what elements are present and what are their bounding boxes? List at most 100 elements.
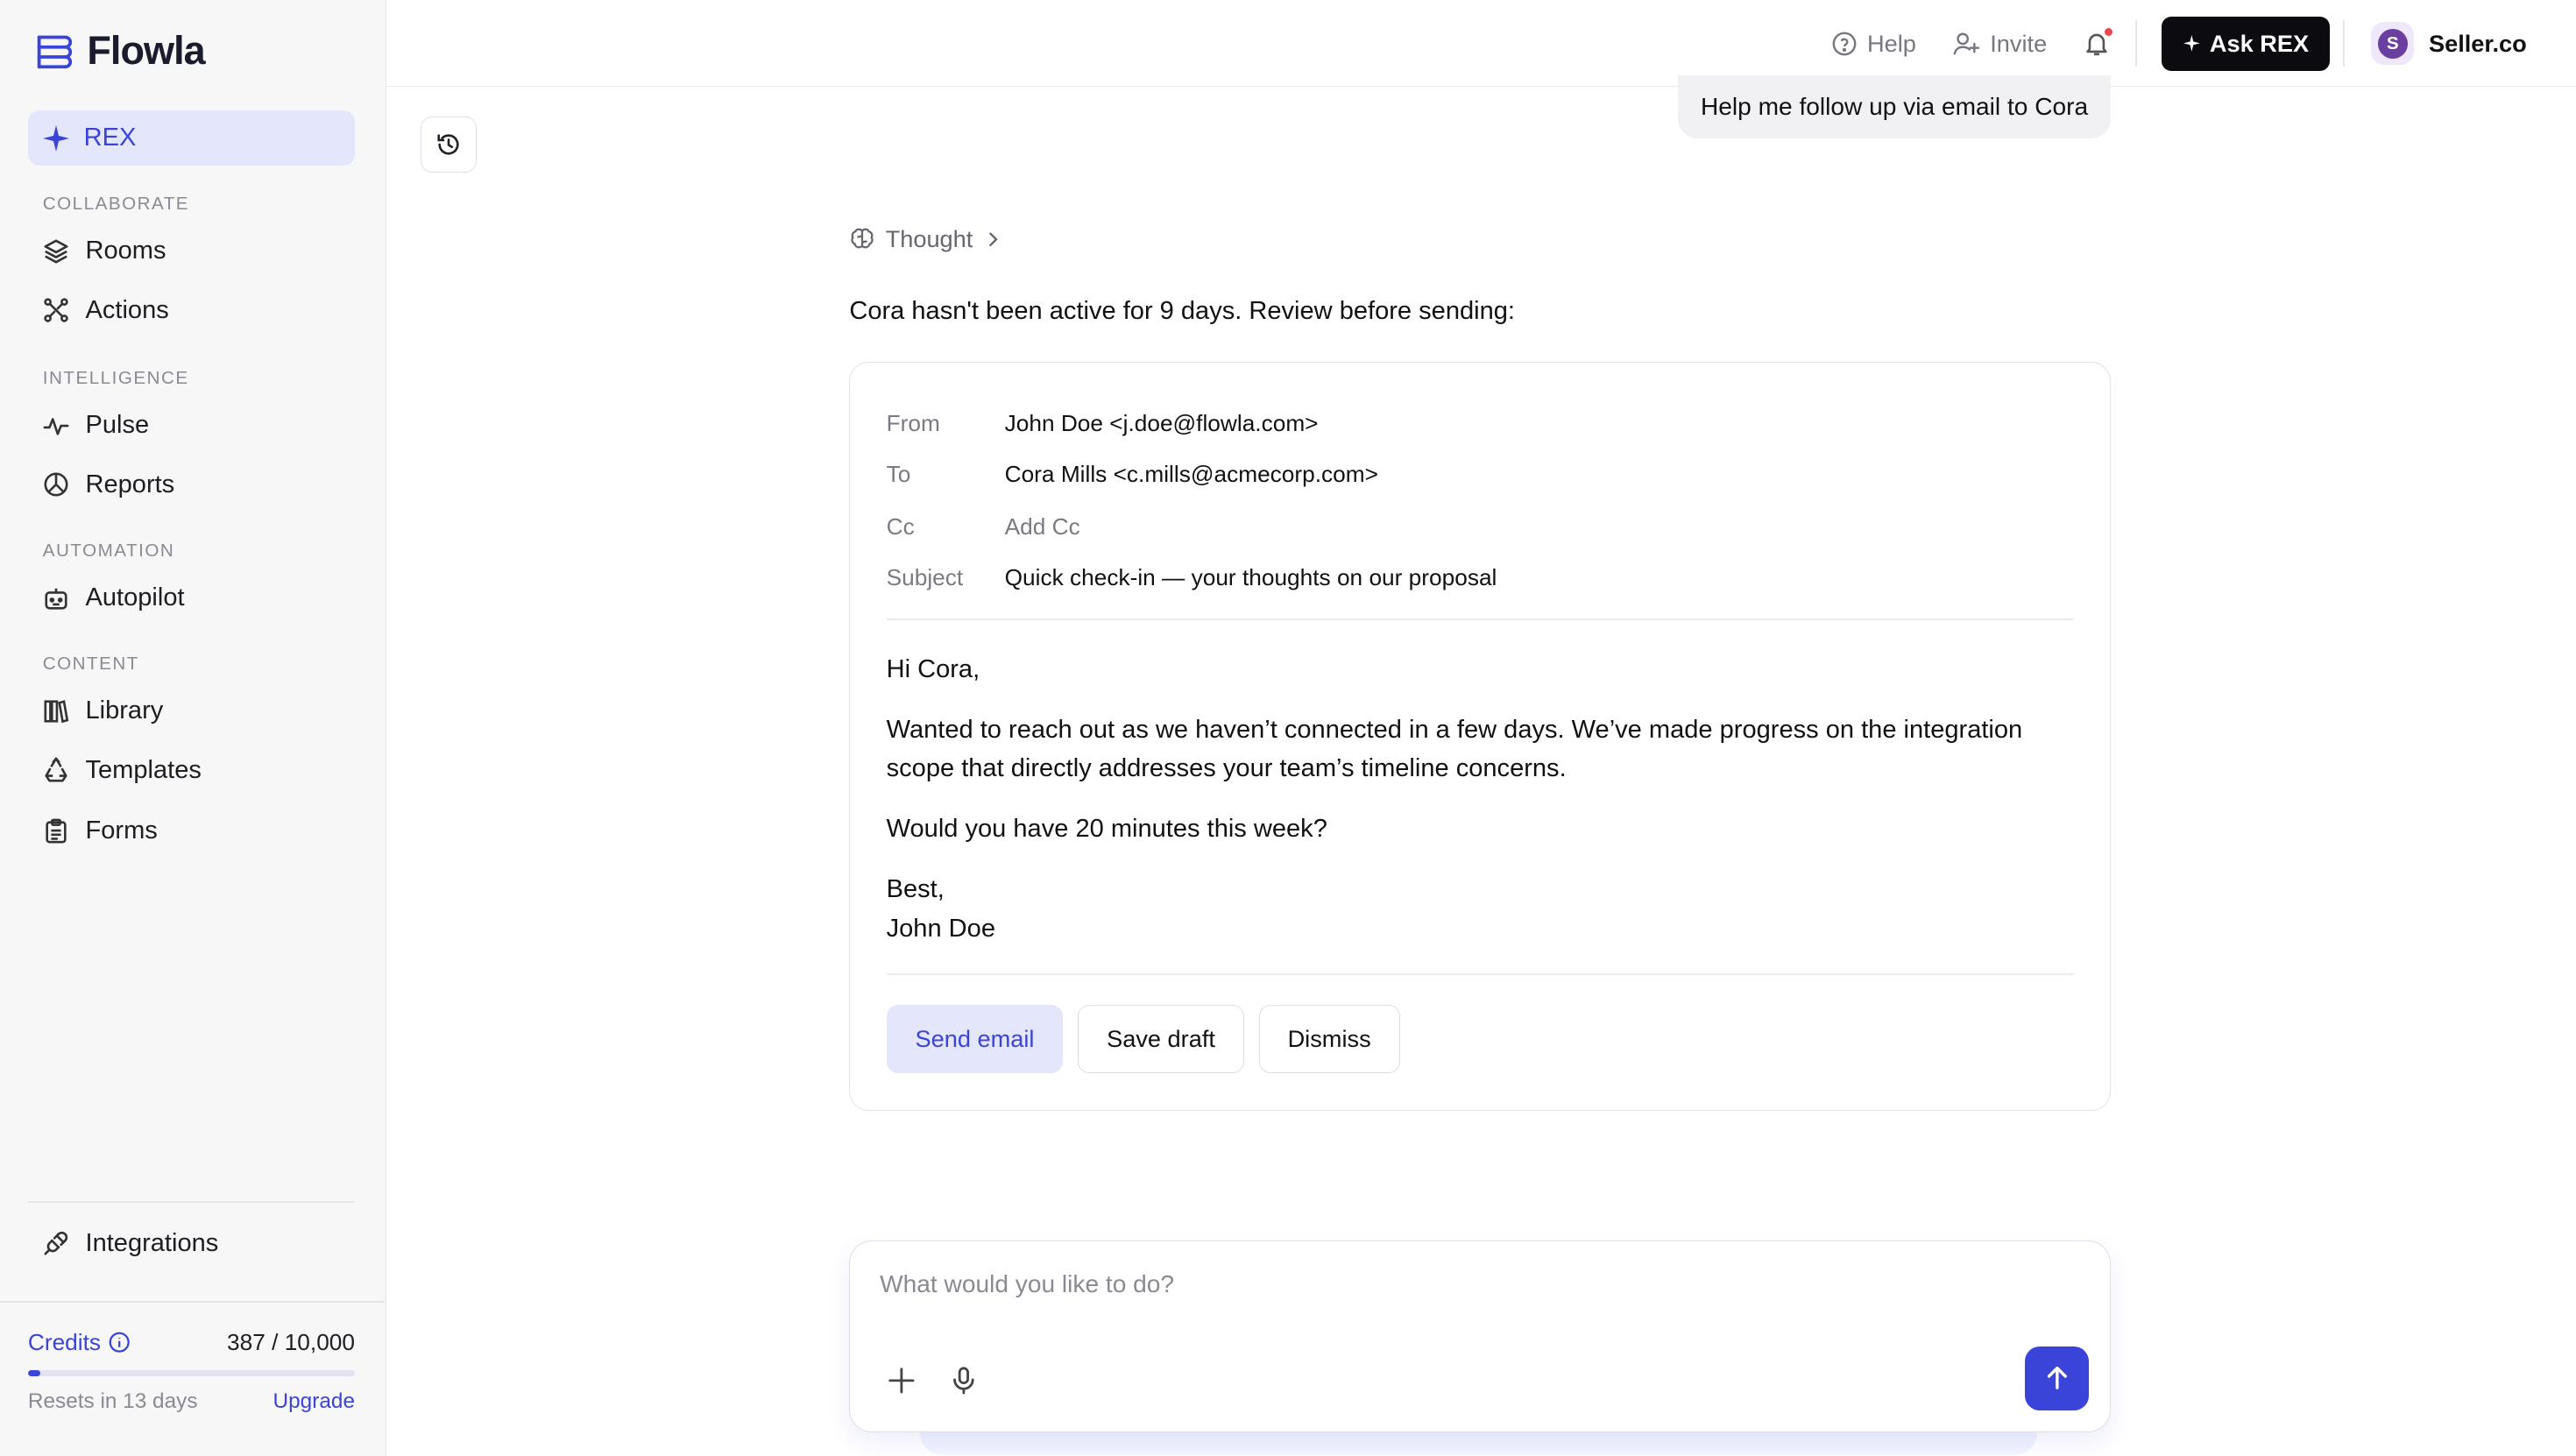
email-greeting[interactable]: Hi Cora, [887, 650, 2070, 689]
org-name: Seller.co [2428, 29, 2527, 57]
sidebar-item-rooms[interactable]: Rooms [28, 223, 355, 279]
sidebar-item-reports[interactable]: Reports [28, 456, 355, 512]
user-message-bubble: Help me follow up via email to Cora [1677, 75, 2112, 138]
to-value[interactable]: Cora Mills <c.mills@acmecorp.com> [1005, 461, 1378, 488]
org-initial: S [2377, 28, 2408, 59]
recycle-icon [45, 757, 67, 782]
sidebar-item-label: Forms [85, 816, 158, 845]
bot-icon [45, 588, 67, 610]
sidebar-item-label: Autopilot [85, 583, 185, 611]
email-signature[interactable]: John Doe [887, 909, 2070, 948]
credits-label-text: Credits [27, 1328, 102, 1355]
save-draft-button[interactable]: Save draft [1078, 1004, 1244, 1074]
sidebar-divider [0, 1301, 385, 1303]
user-message-text: Help me follow up via email to Cora [1700, 92, 2089, 120]
email-paragraph-1[interactable]: Wanted to reach out as we haven’t connec… [887, 710, 2070, 788]
prompt-input[interactable] [880, 1270, 2030, 1299]
email-paragraph-2[interactable]: Would you have 20 minutes this week? [887, 809, 2070, 848]
from-label: From [886, 409, 940, 436]
email-draft-card: From John Doe <j.doe@flowla.com> To Cora… [849, 361, 2112, 1111]
brain-icon [851, 228, 874, 249]
send-email-button[interactable]: Send email [886, 1004, 1064, 1074]
sidebar-item-autopilot[interactable]: Autopilot [28, 570, 355, 626]
to-label: To [886, 461, 911, 487]
microphone-icon [953, 1367, 974, 1395]
sidebar-item-label: Integrations [85, 1228, 219, 1257]
invite-button[interactable]: Invite [1952, 30, 2047, 58]
upgrade-link[interactable]: Upgrade [273, 1389, 355, 1414]
flowla-logo-icon [38, 36, 73, 69]
org-avatar: S [2371, 22, 2415, 66]
pie-chart-icon [44, 472, 68, 497]
activity-icon [43, 417, 69, 435]
add-cc-field[interactable]: Add Cc [1005, 513, 1080, 541]
top-actions: Help Invite Ask REX S Seller.co [1794, 16, 2527, 71]
sidebar-item-label: Library [85, 696, 164, 725]
attach-button[interactable] [881, 1361, 921, 1401]
email-from-row: From John Doe <j.doe@flowla.com> [887, 410, 1319, 437]
sidebar-item-label: Pulse [85, 411, 150, 440]
subject-label: Subject [886, 564, 964, 591]
credits-reset-text: Resets in 13 days [27, 1389, 198, 1414]
top-divider [2343, 20, 2346, 67]
sidebar-item-pulse[interactable]: Pulse [28, 398, 355, 454]
section-label-automation: AUTOMATION [42, 540, 175, 561]
history-button[interactable] [421, 117, 477, 173]
history-icon [437, 134, 459, 155]
info-icon[interactable] [109, 1332, 131, 1353]
email-cc-row: Cc Add Cc [887, 513, 1080, 541]
notifications-button[interactable] [2083, 27, 2113, 58]
email-header-divider [886, 618, 2075, 620]
plus-icon [888, 1368, 915, 1394]
voice-input-button[interactable] [944, 1361, 983, 1401]
sidebar-item-rex[interactable]: REX [27, 110, 355, 166]
flowla-logo[interactable]: Flowla [34, 27, 206, 74]
library-icon [44, 699, 68, 724]
user-plus-icon [1953, 32, 1980, 55]
credits-row: Credits 387 / 10,000 [28, 1329, 355, 1356]
credits-progress-fill [27, 1369, 41, 1377]
notification-dot [2104, 27, 2113, 37]
email-to-row: To Cora Mills <c.mills@acmecorp.com> [887, 461, 1378, 488]
chat-composer [849, 1240, 2112, 1432]
workflow-icon [44, 298, 68, 323]
credits-label[interactable]: Credits [28, 1329, 131, 1356]
sparkle-icon [2183, 35, 2200, 53]
email-body-divider [886, 973, 2075, 975]
org-switcher[interactable]: S Seller.co [2371, 22, 2527, 66]
section-label-collaborate: COLLABORATE [42, 194, 190, 215]
email-signoff[interactable]: Best, [887, 870, 2070, 908]
chevron-right-icon [988, 232, 998, 246]
dismiss-button[interactable]: Dismiss [1258, 1004, 1400, 1074]
credits-reset-row: Resets in 13 days Upgrade [28, 1389, 355, 1414]
cc-label: Cc [886, 513, 915, 540]
credits-progress-bar [27, 1369, 355, 1377]
ask-rex-label: Ask REX [2209, 29, 2310, 57]
subject-value[interactable]: Quick check-in — your thoughts on our pr… [1005, 564, 1497, 591]
sidebar-item-label: Reports [85, 470, 175, 498]
from-value[interactable]: John Doe <j.doe@flowla.com> [1005, 410, 1319, 437]
top-bar: Help Invite Ask REX S Seller.co [386, 0, 2576, 88]
sidebar-item-label: Rooms [85, 237, 166, 265]
clipboard-icon [46, 818, 67, 844]
layers-icon [44, 239, 68, 264]
send-prompt-button[interactable] [2024, 1346, 2089, 1410]
sidebar-divider [27, 1200, 355, 1203]
sparkle-icon [42, 124, 69, 152]
sidebar-item-forms[interactable]: Forms [28, 803, 355, 859]
assistant-intro-text: Cora hasn't been active for 9 days. Revi… [849, 297, 1515, 326]
app-name: Flowla [87, 27, 205, 73]
composer-glow [920, 1432, 2037, 1456]
arrow-up-icon [2047, 1367, 2067, 1390]
thought-toggle[interactable]: Thought [849, 225, 1002, 253]
section-label-content: CONTENT [42, 654, 139, 675]
sidebar-item-templates[interactable]: Templates [28, 743, 355, 799]
ask-rex-button[interactable]: Ask REX [2162, 16, 2331, 71]
sidebar-item-actions[interactable]: Actions [28, 283, 355, 339]
sidebar-item-integrations[interactable]: Integrations [28, 1216, 355, 1272]
top-divider [2135, 20, 2138, 67]
help-button[interactable]: Help [1831, 30, 1916, 58]
sidebar-item-label: REX [83, 124, 137, 152]
plug-icon [44, 1232, 67, 1255]
sidebar-item-library[interactable]: Library [28, 683, 355, 739]
